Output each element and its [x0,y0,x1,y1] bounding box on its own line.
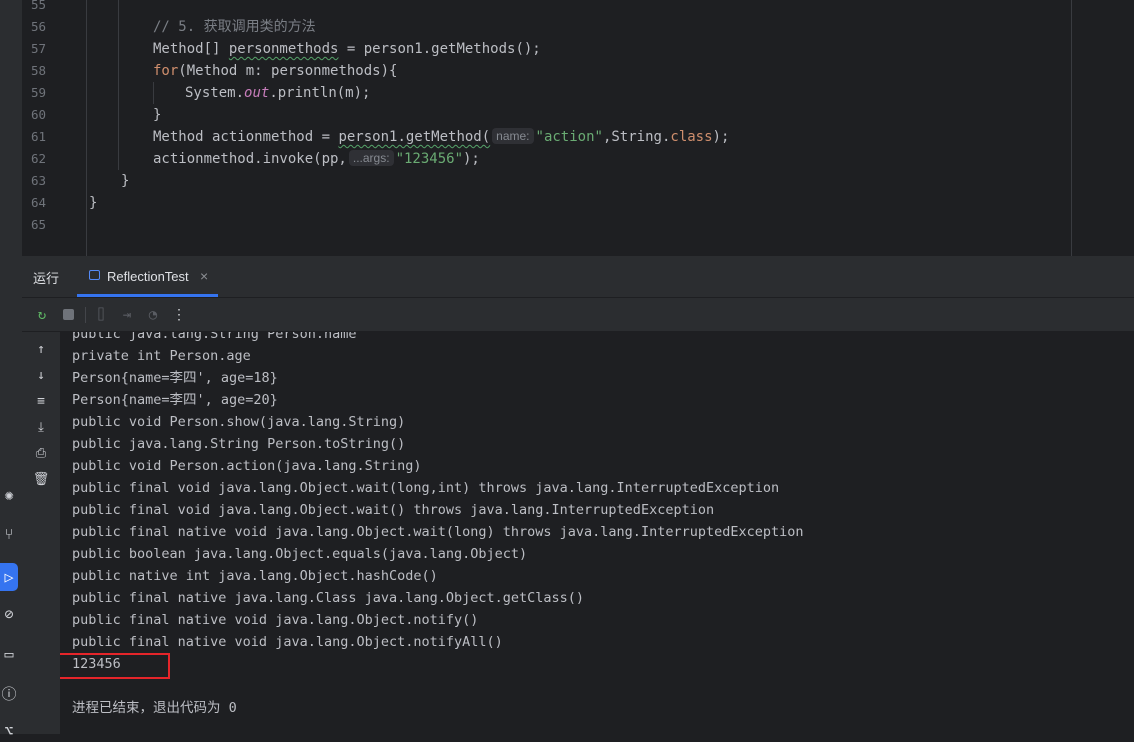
line-number: 59 [30,85,46,100]
code-string: "action" [535,129,603,145]
parameter-hint: ...args: [348,150,394,166]
code-editor[interactable]: 55 56 57 58 59 60 61 62 63 64 65 // 5. 获… [22,0,1134,256]
parameter-hint: name: [492,128,534,144]
console-side-toolbar: ↑ ↓ ≡ ⤓ ⎙ 🗑 [22,332,60,734]
code-line-63: } [121,173,130,189]
code-string: "123456" [395,151,463,167]
right-margin-guide [1071,0,1072,256]
console-line: public java.lang.String Person.toString(… [72,436,406,452]
code-line-59: System.out.println(m); [185,82,370,104]
line-number: 62 [30,151,46,166]
code-text: = person1.getMethods(); [338,41,541,57]
console-line: public void Person.action(java.lang.Stri… [72,458,422,474]
console-line: public final void java.lang.Object.wait(… [72,480,780,496]
print-icon[interactable]: ⎙ [31,444,51,464]
line-number: 60 [30,107,46,122]
tab-reflection-test[interactable]: ReflectionTest × [77,256,218,297]
console-line: public final native void java.lang.Objec… [72,524,804,540]
services-icon[interactable]: ⊘ [0,603,18,625]
code-text: .println(m); [269,85,371,101]
up-arrow-icon[interactable]: ↑ [31,340,51,360]
console-line: public java.lang.String Person.name [72,332,357,342]
code-keyword: class [670,129,713,145]
indent-guide [118,0,119,170]
profiler-icon[interactable]: ◔ [143,305,163,325]
terminal-icon[interactable]: ▭ [0,643,18,665]
code-text: ); [463,151,480,167]
close-tab-icon[interactable]: × [200,268,208,284]
code-variable: personmethods [228,41,339,57]
console-line: public void Person.show(java.lang.String… [72,414,406,430]
run-tab-header: 运行 ReflectionTest × [22,256,1134,298]
trash-icon[interactable]: 🗑 [31,470,51,490]
exit-icon[interactable]: ⇥ [117,305,137,325]
code-text: ,String. [602,129,671,145]
version-control-icon[interactable]: ⌥ [0,720,18,742]
soft-wrap-icon[interactable]: ≡ [31,392,51,412]
down-arrow-icon[interactable]: ↓ [31,366,51,386]
run-tool-window: 运行 ReflectionTest × ↻ ⌷ ⇥ ◔ ⋮ ↑ ↓ ≡ ⤓ ⎙ … [22,256,1134,734]
code-line-57: Method[] personmethods = person1.getMeth… [153,38,541,60]
debug-icon[interactable]: ✺ [0,484,18,506]
console-output[interactable]: public java.lang.String Person.name priv… [60,332,1134,734]
line-number: 65 [30,217,46,232]
console-line: public final void java.lang.Object.wait(… [72,502,715,518]
code-field: out [244,85,270,101]
line-number: 63 [30,173,46,188]
problems-icon[interactable]: ⓘ [0,683,18,705]
code-text: ); [712,129,730,145]
code-comment: // 5. 获取调用类的方法 [153,19,316,35]
code-method-call: person1.getMethod( [338,129,491,145]
console-line: public final native java.lang.Class java… [72,590,585,606]
code-line-60: } [153,107,162,123]
console-line: public boolean java.lang.Object.equals(j… [72,546,528,562]
console-line: public native int java.lang.Object.hashC… [72,568,438,584]
code-text: System. [185,85,245,101]
code-line-58: for(Method m: personmethods){ [153,60,397,82]
line-number: 58 [30,63,46,78]
line-number: 57 [30,41,46,56]
scroll-to-end-icon[interactable]: ⤓ [31,418,51,438]
console-line: public final native void java.lang.Objec… [72,612,479,628]
git-branch-icon[interactable]: ⑂ [0,523,18,545]
tab-label: ReflectionTest [107,269,189,284]
red-highlight-box [60,653,170,679]
run-panel-title: 运行 [33,271,60,286]
code-text: actionmethod.invoke(pp, [153,151,347,167]
camera-icon[interactable]: ⌷ [91,305,111,325]
console-tab-icon [89,270,100,280]
code-keyword: for [153,63,179,79]
left-tool-strip: ✺ ⑂ ▷ ⊘ ▭ ⓘ ⌥ [0,0,23,740]
console-line: public final native void java.lang.Objec… [72,634,503,650]
code-text: Method[] [153,41,229,57]
process-exit-message: 进程已结束，退出代码为 0 [72,700,237,716]
stop-icon[interactable] [58,305,78,325]
indent-guide [153,82,154,104]
active-tab-indicator [77,294,218,297]
code-line-61: Method actionmethod = person1.getMethod(… [153,126,729,148]
code-line-62: actionmethod.invoke(pp, ...args: "123456")… [153,148,480,170]
indent-guide [86,0,87,256]
console-line: Person{name=李四', age=20} [72,392,278,408]
console-line: Person{name=李四', age=18} [72,370,278,386]
more-icon[interactable]: ⋮ [169,305,189,325]
line-number: 55 [30,0,46,12]
run-toolbar: ↻ ⌷ ⇥ ◔ ⋮ [22,298,1134,332]
console-line: private int Person.age [72,348,251,364]
line-number: 64 [30,195,46,210]
line-number: 61 [30,129,46,144]
code-text: Method actionmethod = [153,129,339,145]
line-number: 56 [30,19,46,34]
run-tool-icon[interactable]: ▷ [0,563,18,591]
rerun-icon[interactable]: ↻ [32,305,52,325]
code-text: (Method m: personmethods){ [178,63,398,79]
code-line-64: } [89,195,98,211]
code-line-56: // 5. 获取调用类的方法 [153,16,316,38]
